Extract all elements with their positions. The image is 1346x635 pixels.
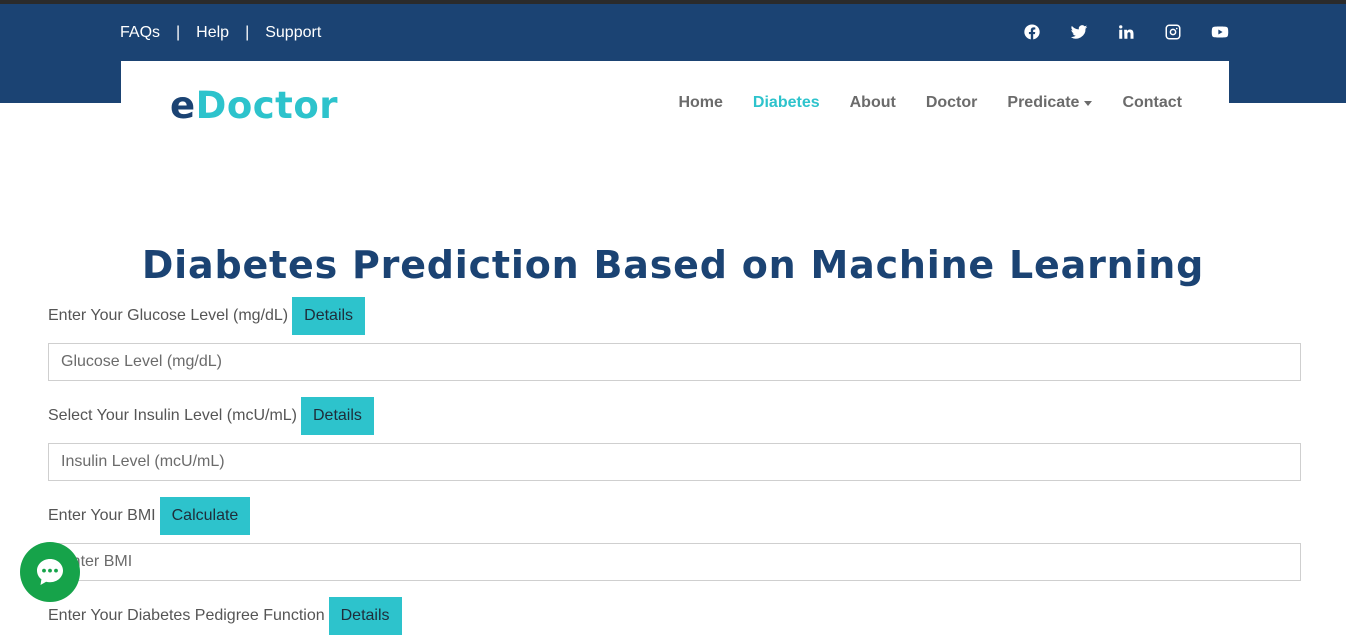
- separator: |: [245, 24, 250, 41]
- bmi-calculate-button[interactable]: Calculate: [159, 497, 251, 535]
- chat-bubble-icon: [37, 559, 63, 585]
- pedigree-details-button[interactable]: Details: [328, 597, 402, 635]
- insulin-details-button[interactable]: Details: [301, 397, 374, 435]
- insulin-row: Select Your Insulin Level (mcU/mL) Detai…: [48, 397, 374, 435]
- brand-logo[interactable]: eDoctor: [170, 85, 338, 127]
- insulin-label: Select Your Insulin Level (mcU/mL): [48, 407, 297, 424]
- bmi-input[interactable]: [48, 543, 1301, 581]
- glucose-row: Enter Your Glucose Level (mg/dL) Details: [48, 297, 366, 335]
- faqs-link[interactable]: FAQs: [120, 24, 160, 42]
- glucose-input[interactable]: [48, 343, 1301, 381]
- nav-contact[interactable]: Contact: [1122, 94, 1182, 112]
- nav-about[interactable]: About: [850, 94, 896, 112]
- instagram-icon[interactable]: [1163, 22, 1183, 42]
- page-title: Diabetes Prediction Based on Machine Lea…: [141, 243, 1205, 287]
- youtube-icon[interactable]: [1210, 22, 1230, 42]
- separator: |: [176, 24, 181, 41]
- nav-diabetes[interactable]: Diabetes: [753, 94, 820, 112]
- glucose-label: Enter Your Glucose Level (mg/dL): [48, 307, 289, 324]
- glucose-details-button[interactable]: Details: [292, 297, 366, 335]
- nav-menu: Home Diabetes About Doctor Predicate Con…: [678, 94, 1182, 112]
- caret-down-icon: [1084, 100, 1093, 106]
- main-navbar: eDoctor Home Diabetes About Doctor Predi…: [121, 61, 1229, 143]
- help-link[interactable]: Help: [196, 24, 229, 42]
- top-links: FAQs | Help | Support: [120, 24, 321, 42]
- pedigree-label: Enter Your Diabetes Pedigree Function: [48, 607, 325, 624]
- linkedin-icon[interactable]: [1116, 22, 1136, 42]
- nav-predicate-label: Predicate: [1007, 94, 1080, 111]
- nav-doctor[interactable]: Doctor: [926, 94, 978, 112]
- support-link[interactable]: Support: [265, 24, 321, 42]
- facebook-icon[interactable]: [1022, 22, 1042, 42]
- nav-predicate-dropdown[interactable]: Predicate: [1007, 94, 1093, 112]
- brand-name: Doctor: [195, 84, 339, 127]
- social-links: [1022, 22, 1230, 42]
- bmi-label: Enter Your BMI: [48, 507, 156, 524]
- chat-widget-button[interactable]: [20, 542, 80, 602]
- nav-home[interactable]: Home: [678, 94, 722, 112]
- brand-prefix: e: [170, 84, 196, 127]
- insulin-input[interactable]: [48, 443, 1301, 481]
- twitter-icon[interactable]: [1069, 22, 1089, 42]
- bmi-row: Enter Your BMI Calculate: [48, 497, 251, 535]
- pedigree-row: Enter Your Diabetes Pedigree Function De…: [48, 597, 402, 635]
